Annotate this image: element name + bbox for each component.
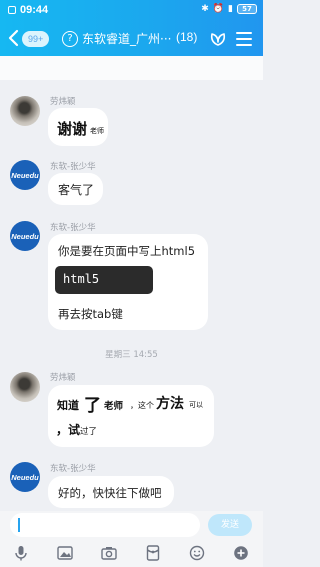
message-bubble[interactable]: 好的，快快往下做吧 [48,476,174,508]
sender-name: 东软-张少华 [50,464,96,474]
avatar-logo-text: Neuedu [11,472,39,482]
handwriting-text: 过了 [80,427,98,437]
red-packet-icon [146,545,160,561]
voice-button[interactable] [12,544,30,562]
title-bar: 99+ ? 东软睿道_广州··· (18) [0,22,263,56]
handwriting-text: ，这个 [130,401,154,410]
avatar[interactable] [10,372,40,402]
handwriting-text: 可以 [189,401,203,409]
app-notification-icon [8,6,16,14]
message-text-suffix: 老师 [90,127,104,135]
timestamp: 星期三 14:55 [105,350,158,360]
avatar[interactable] [10,96,40,126]
code-snippet[interactable]: html5 [55,266,153,294]
message-text: 再去按tab键 [58,307,123,321]
camera-button[interactable] [100,544,118,562]
message-bubble[interactable]: 客气了 [48,173,103,205]
alarm-icon: ⏰ [212,4,225,14]
image-button[interactable] [56,544,74,562]
message-text: 好的，快快往下做吧 [58,486,162,500]
avatar[interactable]: Neuedu [10,160,40,190]
message-text: 客气了 [58,183,95,197]
send-button[interactable]: 发送 [208,514,252,536]
message-bubble[interactable]: 谢谢 老师 [48,108,108,146]
sender-name: 东软-张少华 [50,162,96,172]
handwriting-text: 方法 [156,396,184,412]
composer: 发送 [0,511,263,539]
chevron-left-icon [8,29,19,47]
message-text: 谢谢 [57,120,88,138]
handwriting-text: ，试 [56,423,81,437]
battery-level: 57 [242,5,252,13]
help-icon[interactable]: ? [62,31,78,47]
header: 09:44 ✱ ⏰ ▮ 57 99+ ? 东软睿道_广州··· (18) [0,0,263,56]
message-bubble[interactable]: 你是要在页面中写上html5 html5 再去按tab键 [48,234,208,330]
unread-count-badge[interactable]: 99+ [22,31,50,47]
bluetooth-icon: ✱ [201,4,209,14]
text-caret [18,518,20,532]
composer-toolbar [0,539,263,567]
sender-name: 劳炜颖 [50,373,76,383]
handwriting-text: 知道 [57,399,79,412]
avatar[interactable]: Neuedu [10,462,40,492]
microphone-icon [15,546,27,561]
handwriting-text: 了 [84,396,101,416]
notice-strip [0,56,263,80]
sender-name: 东软-张少华 [50,223,96,233]
message-text: 你是要在页面中写上html5 [58,244,196,258]
avatar-logo-text: Neuedu [11,170,39,180]
menu-icon[interactable] [236,32,252,46]
more-button[interactable] [232,544,250,562]
group-app-icon[interactable] [209,30,227,48]
battery-indicator: 57 [237,4,257,14]
handwriting-text: 老师 [104,401,124,412]
emoji-icon [189,545,205,561]
signal-icon: ▮ [228,4,233,14]
status-time: 09:44 [20,4,49,16]
red-packet-button[interactable] [144,544,162,562]
code-text: html5 [63,272,100,286]
message-input[interactable] [10,513,200,537]
camera-icon [101,547,117,560]
page-title: 东软睿道_广州··· [82,32,172,46]
avatar[interactable]: Neuedu [10,221,40,251]
back-button[interactable] [4,27,22,49]
image-icon [57,546,73,560]
emoji-button[interactable] [188,544,206,562]
message-bubble[interactable]: 知道 了 老师 ，这个 方法 可以 ，试 过了 [48,385,214,447]
status-bar: 09:44 ✱ ⏰ ▮ 57 [0,0,263,20]
plus-icon [234,546,248,560]
member-count: (18) [176,30,198,44]
sender-name: 劳炜颖 [50,97,76,107]
avatar-logo-text: Neuedu [11,231,39,241]
